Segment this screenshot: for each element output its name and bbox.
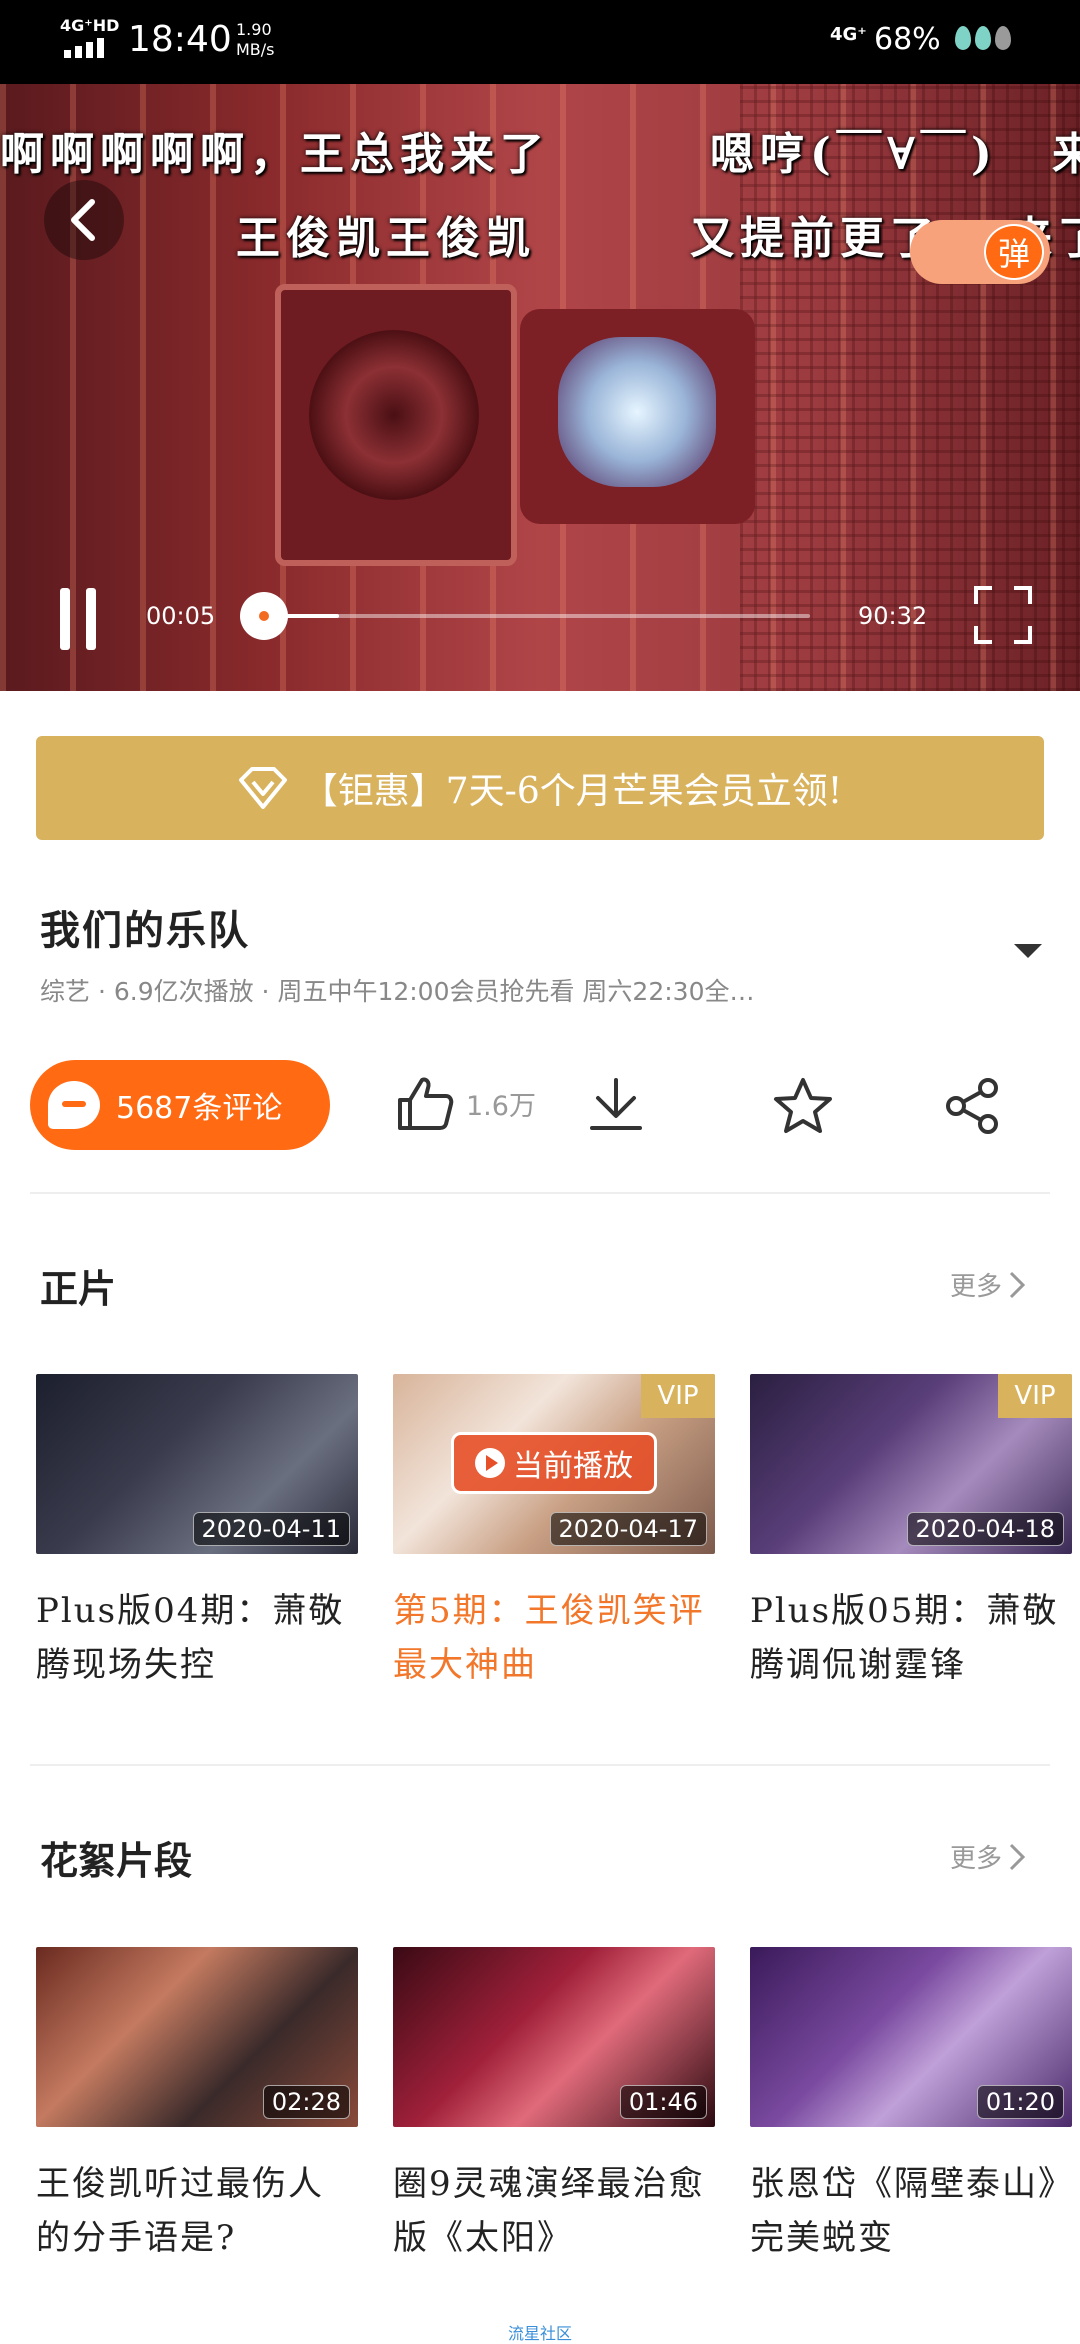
clip-duration: 02:28 bbox=[262, 2085, 350, 2119]
video-frame-tv bbox=[520, 309, 755, 524]
episode-thumbnail: VIP 当前播放 2020-04-17 bbox=[393, 1374, 715, 1554]
more-link[interactable]: 更多 bbox=[950, 1266, 1026, 1303]
clock: 18:40 bbox=[128, 19, 232, 60]
episode-date: 2020-04-18 bbox=[906, 1512, 1064, 1546]
clip-title: 圈9灵魂演绎最治愈版《太阳》 bbox=[393, 2164, 705, 2258]
clip-duration: 01:46 bbox=[619, 2085, 707, 2119]
back-button[interactable] bbox=[44, 180, 124, 260]
divider bbox=[30, 1192, 1050, 1194]
more-link[interactable]: 更多 bbox=[950, 1838, 1026, 1875]
danmaku-comment: 啊啊啊啊啊，王总我来了 bbox=[0, 129, 550, 180]
more-label: 更多 bbox=[950, 1272, 1003, 1302]
episode-thumbnail: 2020-04-11 bbox=[36, 1374, 358, 1554]
clip-thumbnail: 01:20 bbox=[750, 1947, 1072, 2127]
chevron-right-icon bbox=[1009, 1271, 1026, 1298]
chevron-right-icon bbox=[1009, 1843, 1026, 1870]
play-icon bbox=[475, 1448, 505, 1478]
danmaku-comment: 王俊凯王俊凯 bbox=[236, 213, 536, 264]
clip-card[interactable]: 02:28 王俊凯听过最伤人的分手语是? bbox=[36, 1947, 358, 2265]
section-title: 花絮片段 bbox=[40, 1838, 193, 1883]
chevron-left-icon bbox=[71, 199, 95, 241]
section-title: 正片 bbox=[40, 1266, 117, 1311]
danmaku-comment: 来 bbox=[1052, 118, 1080, 182]
footer-link[interactable]: 流星社区 bbox=[0, 2320, 1080, 2344]
vip-badge: VIP bbox=[641, 1374, 715, 1418]
expand-icon[interactable] bbox=[1014, 944, 1042, 958]
star-icon bbox=[774, 1078, 832, 1133]
action-bar: 5687条评论 1.6万 bbox=[0, 1060, 1080, 1150]
progress-track[interactable] bbox=[262, 614, 810, 618]
network-speed-unit: MB/s bbox=[236, 40, 275, 59]
pause-icon bbox=[60, 588, 70, 650]
vip-promo-banner[interactable]: 【钜惠】7天-6个月芒果会员立领! bbox=[36, 736, 1044, 840]
fullscreen-button[interactable] bbox=[974, 586, 1032, 644]
episode-title: Plus版04期：萧敬腾现场失控 bbox=[36, 1591, 345, 1685]
network-indicator: 4G⁺HD bbox=[60, 16, 120, 35]
episode-title: 第5期：王俊凯笑评最大神曲 bbox=[393, 1591, 705, 1685]
status-bar: 4G⁺HD 18:40 1.90 MB/s 4G⁺ 68% bbox=[0, 0, 1080, 84]
drop-icon bbox=[955, 26, 971, 50]
episode-card-current[interactable]: VIP 当前播放 2020-04-17 第5期：王俊凯笑评最大神曲 bbox=[393, 1374, 715, 1692]
network-speed-value: 1.90 bbox=[236, 20, 272, 39]
episode-card[interactable]: 2020-04-11 Plus版04期：萧敬腾现场失控 bbox=[36, 1374, 358, 1692]
total-time: 90:32 bbox=[858, 602, 928, 630]
episode-date: 2020-04-11 bbox=[192, 1512, 350, 1546]
drop-icon bbox=[995, 26, 1011, 50]
thumbs-up-icon bbox=[398, 1077, 454, 1130]
clip-title: 张恩岱《隔壁泰山》完美蜕变 bbox=[750, 2164, 1057, 2258]
clip-thumbnail: 01:46 bbox=[393, 1947, 715, 2127]
share-button[interactable] bbox=[944, 1076, 1002, 1140]
episode-date: 2020-04-17 bbox=[549, 1512, 707, 1546]
current-time: 00:05 bbox=[146, 602, 216, 630]
download-button[interactable] bbox=[586, 1076, 646, 1138]
clip-thumbnail: 02:28 bbox=[36, 1947, 358, 2127]
comments-button[interactable]: 5687条评论 bbox=[30, 1060, 330, 1150]
show-meta: 综艺 · 6.9亿次播放 · 周五中午12:00会员抢先看 周六22:30全… bbox=[40, 977, 755, 1006]
clip-title: 王俊凯听过最伤人的分手语是? bbox=[36, 2164, 324, 2258]
video-player[interactable]: 啊啊啊啊啊，王总我来了 嗯哼(￣∀￣) 来 王俊凯王俊凯 又提前更了 来了 弹 … bbox=[0, 84, 1080, 691]
clip-duration: 01:20 bbox=[976, 2085, 1064, 2119]
pause-button[interactable] bbox=[56, 588, 100, 650]
video-frame-speaker bbox=[275, 284, 517, 566]
network-indicator-right: 4G⁺ bbox=[830, 24, 867, 45]
danmaku-toggle-knob: 弹 bbox=[984, 224, 1044, 280]
fullscreen-icon bbox=[974, 586, 1032, 644]
like-button[interactable]: 1.6万 bbox=[396, 1074, 536, 1132]
favorite-button[interactable] bbox=[772, 1076, 834, 1140]
like-count: 1.6万 bbox=[466, 1090, 536, 1122]
download-icon bbox=[590, 1078, 642, 1130]
danmaku-comment: 又提前更了 bbox=[690, 213, 940, 264]
episode-title: Plus版05期：萧敬腾调侃谢霆锋 bbox=[750, 1591, 1059, 1685]
clip-card[interactable]: 01:20 张恩岱《隔壁泰山》完美蜕变 bbox=[750, 1947, 1072, 2265]
danmaku-toggle[interactable]: 弹 bbox=[910, 220, 1050, 284]
divider bbox=[30, 1764, 1050, 1766]
app-notification-icons bbox=[955, 26, 1011, 50]
network-speed: 1.90 MB/s bbox=[236, 20, 275, 60]
episode-thumbnail: VIP 2020-04-18 bbox=[750, 1374, 1072, 1554]
vip-promo-text: 【钜惠】7天-6个月芒果会员立领! bbox=[301, 771, 843, 812]
clip-card[interactable]: 01:46 圈9灵魂演绎最治愈版《太阳》 bbox=[393, 1947, 715, 2265]
danmaku-comment: 嗯哼(￣∀￣) bbox=[710, 129, 998, 180]
comments-label: 5687条评论 bbox=[116, 1091, 283, 1126]
now-playing-badge: 当前播放 bbox=[451, 1432, 657, 1494]
now-playing-label: 当前播放 bbox=[513, 1449, 633, 1484]
diamond-icon bbox=[238, 767, 287, 809]
signal-icon bbox=[64, 38, 104, 58]
more-label: 更多 bbox=[950, 1844, 1003, 1874]
comment-icon bbox=[48, 1081, 100, 1129]
battery-level: 68% bbox=[874, 22, 941, 57]
share-icon bbox=[946, 1078, 998, 1134]
episode-card[interactable]: VIP 2020-04-18 Plus版05期：萧敬腾调侃谢霆锋 bbox=[750, 1374, 1072, 1692]
drop-icon bbox=[975, 26, 991, 50]
show-title: 我们的乐队 bbox=[40, 907, 250, 954]
vip-badge: VIP bbox=[998, 1374, 1072, 1418]
